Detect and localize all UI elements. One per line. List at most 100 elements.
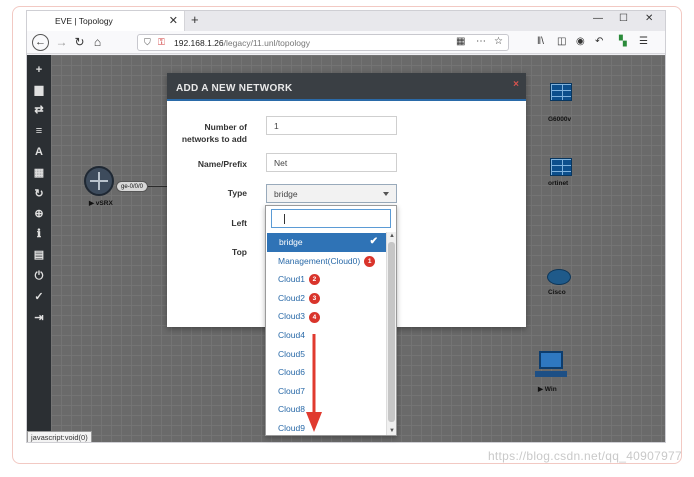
number-badge: 3 — [308, 293, 320, 305]
list-icon[interactable]: ≡ — [31, 124, 47, 138]
undo-icon[interactable]: ↶ — [595, 36, 603, 47]
dropdown-option-label: Cloud2 — [278, 292, 305, 303]
dropdown-option-label: bridge — [279, 237, 303, 247]
dropdown-option-label: Cloud5 — [278, 348, 305, 359]
insecure-lock-icon[interactable]: ⚿ — [158, 37, 165, 48]
type-select[interactable]: bridge — [266, 184, 397, 203]
label-name-prefix: Name/Prefix — [197, 159, 247, 169]
minimize-icon[interactable]: — — [593, 13, 603, 24]
number-badge: 1 — [364, 255, 376, 267]
dropdown-option-cloud1[interactable]: Cloud1 2 — [266, 270, 387, 289]
info-icon[interactable]: ℹ — [31, 227, 47, 241]
nav-bar: ← → ↻ ⌂ ⛉ ⚿ 192.168.1.26/legacy/11.unl/t… — [27, 31, 665, 54]
dropdown-option-cloud5[interactable]: Cloud5 — [266, 345, 387, 364]
windows-pc-icon[interactable] — [539, 351, 563, 369]
forward-arrow-icon[interactable]: → — [53, 34, 70, 51]
window-close-icon[interactable]: ✕ — [645, 13, 653, 24]
link-line — [148, 186, 168, 187]
network-swap-icon[interactable]: ⇄ — [31, 103, 47, 117]
number-badge: 2 — [308, 274, 320, 286]
home-icon[interactable]: ⌂ — [89, 34, 106, 51]
dropdown-option-cloud6[interactable]: Cloud6 — [266, 363, 387, 382]
menu-hamburger-icon[interactable]: ☰ — [639, 36, 648, 47]
label-top: Top — [232, 247, 247, 257]
dropdown-scrollbar-thumb[interactable] — [388, 242, 395, 422]
add-icon[interactable]: + — [31, 63, 47, 77]
qr-code-icon[interactable]: ▦ — [456, 36, 465, 47]
dropdown-option-label: Management(Cloud0) — [278, 255, 361, 266]
dropdown-option-label: Cloud3 — [278, 311, 305, 322]
shield-icon[interactable]: ⛉ — [144, 37, 151, 48]
node-label-cisco: Cisco — [548, 289, 566, 296]
type-dropdown-list: bridge ✔ Management(Cloud0) 1 Cloud1 2 Cloud2 3… — [265, 205, 397, 436]
number-badge: 4 — [308, 311, 320, 323]
sidebar-toggle-icon[interactable]: ◫ — [557, 36, 566, 47]
label-networks-to-add: networks to add — [181, 134, 247, 144]
new-tab-button[interactable]: + — [191, 12, 199, 27]
back-arrow-icon[interactable]: ← — [32, 34, 49, 51]
logout-icon[interactable]: ⇥ — [31, 311, 47, 325]
cisco-router-icon[interactable] — [547, 269, 571, 285]
modal-title: ADD A NEW NETWORK — [176, 83, 293, 94]
firewall-node-icon[interactable] — [550, 83, 572, 101]
more-options-icon[interactable]: ⋯ — [476, 36, 486, 47]
tab-eve-topology[interactable]: EVE | Topology ✕ — [27, 11, 185, 31]
dropdown-option-cloud2[interactable]: Cloud2 3 — [266, 289, 387, 308]
fortinet-node-icon[interactable] — [550, 158, 572, 176]
extension-icon[interactable]: ▚ — [619, 36, 627, 47]
eve-sidebar: + ▆ ⇄ ≡ A ▦ ↻ ⊕ ℹ ▤ ⏻ ✓ ⇥ — [27, 55, 51, 442]
scroll-up-icon[interactable]: ▲ — [389, 233, 395, 239]
url-host: 192.168.1.26 — [174, 38, 224, 48]
annotation-red-arrow — [306, 334, 322, 432]
checkmark-icon: ✔ — [369, 236, 378, 247]
node-label-fortinet: ortinet — [548, 180, 569, 187]
dropdown-option-bridge[interactable]: bridge ✔ — [267, 233, 386, 252]
pc-keyboard-icon — [535, 371, 567, 377]
watermark-text: https://blog.csdn.net/qq_40907977 — [487, 449, 682, 463]
type-select-value: bridge — [274, 189, 298, 199]
library-icon[interactable]: ‖\ — [537, 36, 544, 47]
vsrx-router-icon[interactable] — [84, 166, 114, 196]
node-icon[interactable]: ▆ — [31, 83, 47, 97]
text-icon[interactable]: A — [31, 145, 47, 159]
dropdown-option-cloud4[interactable]: Cloud4 — [266, 326, 387, 345]
check-icon[interactable]: ✓ — [31, 290, 47, 304]
url-bar[interactable]: ⛉ ⚿ 192.168.1.26/legacy/11.unl/topology … — [137, 34, 509, 51]
reload-icon[interactable]: ↻ — [71, 34, 88, 51]
dropdown-option-management-cloud0[interactable]: Management(Cloud0) 1 — [266, 252, 387, 271]
account-icon[interactable]: ◉ — [576, 36, 585, 47]
status-link-tooltip: javascript:void(0) — [27, 431, 92, 442]
scroll-down-icon[interactable]: ▼ — [389, 428, 395, 434]
dropdown-option-cloud8[interactable]: Cloud8 — [266, 400, 387, 419]
modal-header: ADD A NEW NETWORK × — [167, 73, 526, 101]
port-label-tag[interactable]: ge-0/0/0 — [116, 181, 148, 192]
label-left: Left — [231, 218, 247, 228]
maximize-icon[interactable]: ☐ — [619, 13, 628, 24]
name-prefix-input[interactable]: Net — [266, 153, 397, 172]
dropdown-option-cloud9[interactable]: Cloud9 — [266, 419, 387, 435]
node-label-win: ▶ Win — [538, 386, 557, 393]
power-icon[interactable]: ⏻ — [31, 269, 47, 283]
notes-icon[interactable]: ▤ — [31, 248, 47, 262]
chevron-down-icon — [383, 192, 389, 196]
tab-bar: EVE | Topology ✕ + — ☐ ✕ — [27, 11, 665, 31]
url-path: /legacy/11.unl/topology — [223, 38, 310, 48]
dropdown-option-label: Cloud6 — [278, 367, 305, 378]
label-type: Type — [227, 188, 247, 198]
dropdown-option-label: Cloud7 — [278, 385, 305, 396]
dropdown-option-label: Cloud4 — [278, 330, 305, 340]
modal-close-icon[interactable]: × — [513, 79, 519, 90]
bookmark-star-icon[interactable]: ☆ — [494, 36, 503, 47]
node-label-fw1: G6000v — [548, 116, 572, 123]
dropdown-option-label: Cloud9 — [278, 423, 305, 433]
zoom-icon[interactable]: ⊕ — [31, 207, 47, 221]
node-label-vsrx: ▶ vSRX — [89, 200, 113, 207]
network-count-input[interactable]: 1 — [266, 116, 397, 135]
dropdown-option-cloud3[interactable]: Cloud3 4 — [266, 307, 387, 326]
tab-close-icon[interactable]: ✕ — [169, 14, 178, 27]
dropdown-search-input[interactable] — [271, 209, 391, 228]
dropdown-option-cloud7[interactable]: Cloud7 — [266, 382, 387, 401]
grid-icon[interactable]: ▦ — [31, 166, 47, 180]
refresh-icon[interactable]: ↻ — [31, 187, 47, 201]
dropdown-option-label: Cloud8 — [278, 404, 305, 415]
